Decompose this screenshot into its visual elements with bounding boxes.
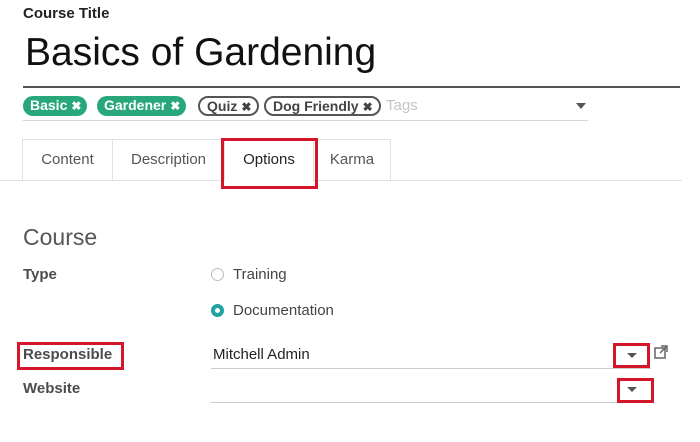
- tag-basic: Basic ✖: [23, 96, 88, 116]
- close-icon[interactable]: ✖: [71, 99, 81, 113]
- responsible-value: Mitchell Admin: [213, 346, 310, 363]
- close-icon[interactable]: ✖: [170, 99, 180, 113]
- responsible-field[interactable]: Mitchell Admin: [211, 344, 651, 369]
- highlight-website-dropdown: [617, 378, 654, 403]
- highlight-responsible-label: [17, 342, 124, 370]
- website-label: Website: [23, 380, 81, 397]
- tab-content[interactable]: Content: [22, 139, 113, 181]
- website-field[interactable]: [211, 378, 651, 403]
- tags-field[interactable]: Basic ✖ Gardener ✖ Quiz ✖ Dog Friendly ✖ Tag…: [23, 94, 588, 121]
- close-icon[interactable]: ✖: [363, 100, 373, 114]
- tags-input[interactable]: Tags: [386, 97, 418, 114]
- tag-label: Gardener: [104, 97, 167, 113]
- caret-down-icon[interactable]: [576, 103, 586, 109]
- radio-training[interactable]: Training: [211, 266, 411, 286]
- external-link-icon[interactable]: [654, 345, 668, 359]
- radio-label: Documentation: [233, 302, 334, 319]
- close-icon[interactable]: ✖: [241, 100, 251, 114]
- highlight-options-tab: [221, 138, 318, 189]
- tab-label: Karma: [329, 151, 375, 168]
- section-title: Course: [23, 224, 98, 250]
- tag-label: Basic: [30, 97, 68, 113]
- tab-label: Content: [41, 151, 94, 168]
- tab-karma[interactable]: Karma: [313, 139, 391, 181]
- tag-label: Dog Friendly: [273, 98, 359, 114]
- tag-gardener: Gardener ✖: [97, 96, 187, 116]
- tag-quiz: Quiz ✖: [198, 96, 260, 116]
- type-label: Type: [23, 266, 57, 283]
- radio-button[interactable]: [211, 304, 224, 317]
- course-title-value: Basics of Gardening: [25, 31, 377, 74]
- tag-dog-friendly: Dog Friendly ✖: [264, 96, 381, 116]
- radio-label: Training: [233, 266, 287, 283]
- course-title-input[interactable]: Basics of Gardening: [23, 28, 680, 88]
- highlight-responsible-dropdown: [613, 343, 650, 368]
- tag-label: Quiz: [207, 98, 238, 114]
- tab-label: Description: [130, 151, 207, 168]
- radio-button[interactable]: [211, 268, 224, 281]
- radio-documentation[interactable]: Documentation: [211, 302, 411, 322]
- tab-description[interactable]: Description: [112, 139, 225, 181]
- course-title-label: Course Title: [23, 5, 110, 22]
